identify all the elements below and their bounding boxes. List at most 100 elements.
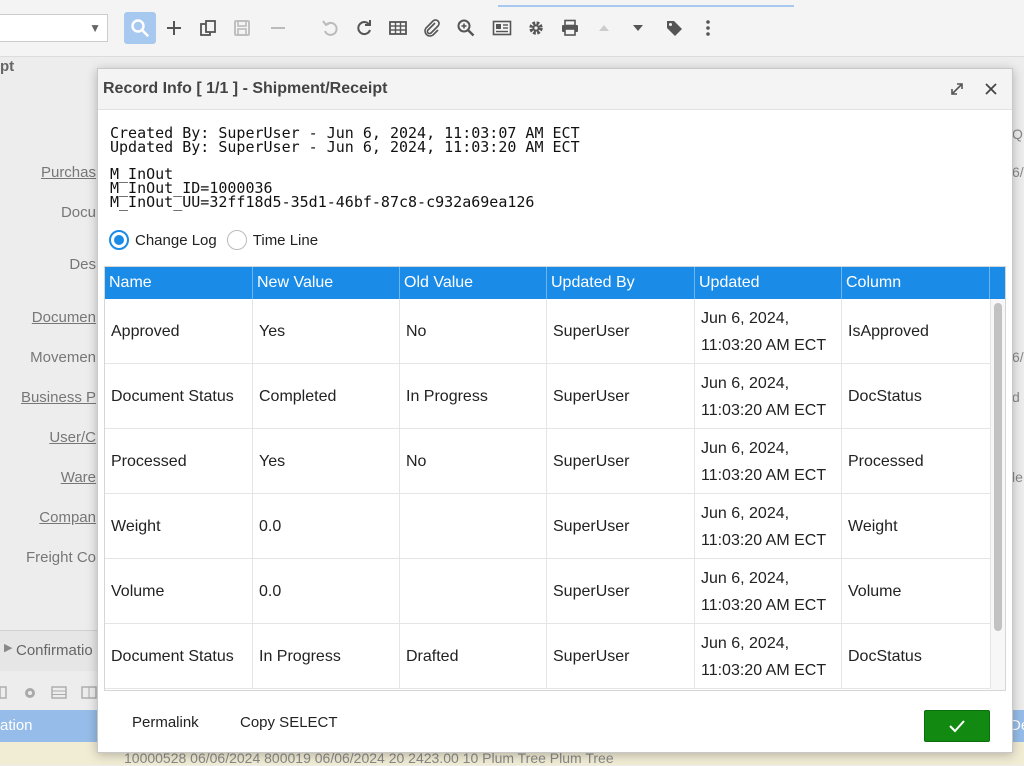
view-mode-group: Change Log Time Line [109,229,328,251]
report-button[interactable] [486,12,518,44]
cell-old-value: Drafted [400,624,547,689]
cell-updated: Jun 6, 2024, 11:03:20 AM ECT [695,624,842,689]
change-log-radio[interactable] [109,230,129,250]
form-label[interactable]: User/C [49,429,96,446]
new-record-button[interactable] [158,12,190,44]
cell-column: Volume [842,559,991,624]
time-line-radio[interactable] [226,230,247,250]
form-label[interactable]: Purchas [41,164,96,181]
column-header-old-value[interactable]: Old Value [400,267,547,299]
permalink-button[interactable]: Permalink [132,714,199,731]
search-icon [131,19,149,37]
save-icon [234,20,250,36]
chevron-down-icon[interactable]: ▼ [89,21,101,35]
more-actions-button[interactable] [692,12,724,44]
updated-by-text: Updated By: SuperUser - Jun 6, 2024, 11:… [110,138,580,156]
cell-new-value: Yes [253,429,400,494]
updated-time: 11:03:20 AM ECT [701,596,827,614]
search-button[interactable] [124,12,156,44]
settings-button[interactable] [520,12,552,44]
cell-name: Approved [105,299,253,364]
updated-time: 11:03:20 AM ECT [701,336,827,354]
next-record-button[interactable] [622,12,654,44]
main-toolbar: ▼ [0,0,1024,57]
cell-old-value: No [400,299,547,364]
check-icon [949,720,965,733]
print-icon [562,19,578,36]
expand-icon [951,83,963,95]
previous-record-button[interactable] [588,12,620,44]
cell-new-value: 0.0 [253,494,400,559]
cell-updated: Jun 6, 2024, 11:03:20 AM ECT [695,559,842,624]
cell-updated-by: SuperUser [547,624,695,689]
cell-new-value: 0.0 [253,559,400,624]
print-button[interactable] [554,12,586,44]
updated-date: Jun 6, 2024, [701,634,790,652]
background-fragment: 6/ [1012,349,1024,365]
copy-record-button[interactable] [192,12,224,44]
record-selector[interactable]: ▼ [0,14,108,42]
save-button[interactable] [226,12,258,44]
table-row[interactable]: Document Status Completed In Progress Su… [105,364,991,429]
cell-updated: Jun 6, 2024, 11:03:20 AM ECT [695,299,842,364]
form-label[interactable]: Compan [39,509,96,526]
updated-date: Jun 6, 2024, [701,374,790,392]
arrow-up-icon [599,25,609,31]
change-log-label[interactable]: Change Log [135,232,217,249]
cell-column: IsApproved [842,299,991,364]
updated-time: 11:03:20 AM ECT [701,466,827,484]
grid-icon [389,21,407,35]
form-label[interactable]: Documen [32,309,96,326]
ok-button[interactable] [924,710,990,742]
undo-button[interactable] [314,12,346,44]
cell-name: Document Status [105,364,253,429]
background-fragment: le [1012,469,1023,485]
copy-select-button[interactable]: Copy SELECT [240,714,338,731]
form-label[interactable]: Business P [21,389,96,406]
column-header-name[interactable]: Name [105,267,253,299]
updated-date: Jun 6, 2024, [701,439,790,457]
label-button[interactable] [658,12,690,44]
column-header-updated[interactable]: Updated [695,267,842,299]
cell-updated-by: SuperUser [547,429,695,494]
table-row[interactable]: Processed Yes No SuperUser Jun 6, 2024, … [105,429,991,494]
plus-icon [167,21,181,35]
table-row[interactable]: Approved Yes No SuperUser Jun 6, 2024, 1… [105,299,991,364]
table-row[interactable]: Document Status In Progress Drafted Supe… [105,624,991,689]
scrollbar-thumb[interactable] [994,303,1002,631]
column-header-updated-by[interactable]: Updated By [547,267,695,299]
tab-label: Confirmatio [16,642,93,659]
table-row[interactable]: Weight 0.0 SuperUser Jun 6, 2024, 11:03:… [105,494,991,559]
time-line-label[interactable]: Time Line [253,232,318,249]
record-info-dialog: Record Info [ 1/1 ] - Shipment/Receipt C… [97,68,1013,753]
background-fragment: d [1012,389,1020,405]
grid-scrollbar[interactable] [991,299,1005,690]
refresh-button[interactable] [348,12,380,44]
cell-new-value: Completed [253,364,400,429]
cell-updated-by: SuperUser [547,299,695,364]
grid-header-cell: ation [0,717,33,734]
zoom-across-button[interactable] [450,12,482,44]
cell-updated-by: SuperUser [547,559,695,624]
form-label: Des [69,256,96,273]
detail-toolbar-icons[interactable] [0,682,100,704]
maximize-button[interactable] [947,79,967,99]
tab-confirmation[interactable]: ▶ Confirmatio [0,630,100,671]
change-log-grid: Name New Value Old Value Updated By Upda… [104,266,1006,691]
table-row[interactable]: Volume 0.0 SuperUser Jun 6, 2024, 11:03:… [105,559,991,624]
dialog-title: Record Info [ 1/1 ] - Shipment/Receipt [103,80,388,97]
updated-date: Jun 6, 2024, [701,504,790,522]
delete-button[interactable] [262,12,294,44]
cell-name: Weight [105,494,253,559]
updated-time: 11:03:20 AM ECT [701,531,827,549]
minus-icon [271,27,285,29]
grid-toggle-button[interactable] [382,12,414,44]
attachment-button[interactable] [416,12,448,44]
close-button[interactable] [981,79,1001,99]
gear-icon [529,21,543,35]
column-header-new-value[interactable]: New Value [253,267,400,299]
column-header-column[interactable]: Column [842,267,990,299]
cell-old-value [400,559,547,624]
form-label[interactable]: Ware [61,469,96,486]
dialog-header: Record Info [ 1/1 ] - Shipment/Receipt [98,69,1012,110]
